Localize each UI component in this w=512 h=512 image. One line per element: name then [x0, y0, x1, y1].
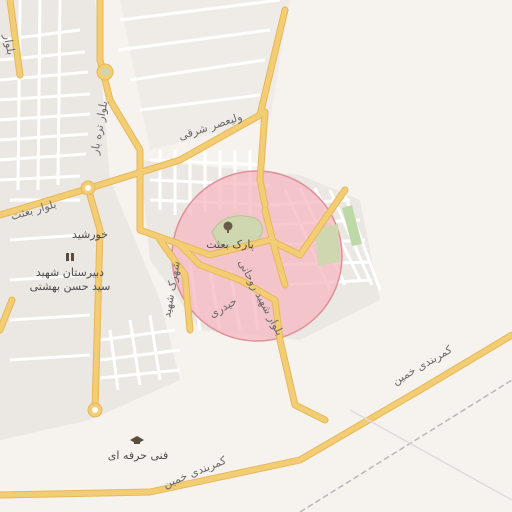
- poi-label-khorshid[interactable]: خورشید: [72, 228, 108, 241]
- poi-label-school-line1[interactable]: دبیرستان شهید: [36, 266, 104, 279]
- roundabout-north-center: [101, 68, 109, 76]
- poi-label-park[interactable]: پارک بعثت: [206, 238, 254, 251]
- map-canvas[interactable]: ولیعصر شرقی بلوار تره بار بلوار بعثت بلو…: [0, 0, 512, 512]
- map-view[interactable]: ولیعصر شرقی بلوار تره بار بلوار بعثت بلو…: [0, 0, 512, 512]
- roundabout-south-center: [92, 407, 98, 413]
- poi-label-school-line2[interactable]: سید حسن بهشتی: [30, 280, 111, 293]
- selection-radius-circle[interactable]: [171, 170, 343, 342]
- poi-label-technical[interactable]: فنی حرفه ای: [108, 449, 168, 462]
- roundabout-west-center: [85, 185, 91, 191]
